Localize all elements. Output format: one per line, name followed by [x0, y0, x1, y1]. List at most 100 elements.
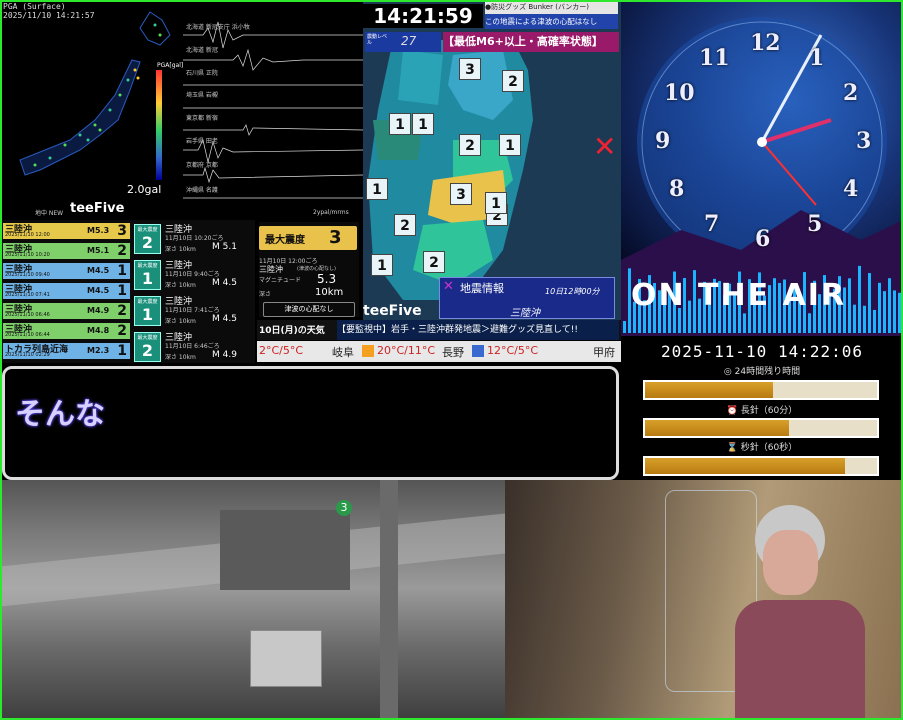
- intensity-marker: 2: [502, 70, 524, 92]
- timer-bar: [643, 418, 879, 438]
- station-label: 東京都 新宿: [186, 115, 218, 122]
- depth-value: 10km: [315, 287, 344, 298]
- person-face: [763, 530, 818, 595]
- map-label: 地中 NEW: [35, 210, 64, 217]
- intensity-marker: 1: [499, 134, 521, 156]
- badge-value: 2: [141, 233, 154, 252]
- eq-intensity: 1: [117, 283, 127, 299]
- eq-magnitude: M4.8: [87, 326, 110, 335]
- visualizer-bar: [808, 313, 811, 333]
- max-intensity-value: 3: [329, 227, 342, 248]
- eq-card: 最大震度 1 三陸沖 11月10日 7:41ごろ 深さ 10km M 4.5: [134, 294, 254, 328]
- timer-fill: [645, 382, 773, 398]
- alert-banner: 【最低M6+以上・高確率状態】: [443, 32, 619, 52]
- intensity-marker: 1: [485, 192, 507, 214]
- max-intensity-box: 最大震度 3 11月10日 12:00ごろ 三陸沖 (津波の心配なし) マグニチ…: [259, 222, 359, 317]
- ticker-sub: この地震による津波の心配はなし: [485, 14, 618, 29]
- visualizer-bar: [858, 265, 861, 333]
- eq-magnitude: M4.5: [87, 266, 110, 275]
- news-text: 【要監視中】岩手・三陸沖群発地震＞避難グッズ見直して!!: [337, 320, 619, 340]
- seismic-map-panel: PGA (Surface) 2025/11/10 14:21:57 PGA[ga…: [0, 0, 183, 220]
- clock-number: 1: [809, 45, 825, 71]
- intensity-marker: 2: [423, 251, 445, 273]
- visualizer-bar: [863, 305, 866, 333]
- gal-value: 2.0gal: [127, 183, 162, 196]
- card-time: 11月10日 10:20ごろ: [165, 235, 224, 242]
- clock-number: 7: [704, 211, 720, 237]
- timer-bar: [643, 456, 879, 476]
- eq-list-row: 三陸沖 2025/11/10 06:46 M4.9 2: [3, 303, 130, 319]
- eq-list-row: トカラ列島近海 2025/11/10 02:29 M2.3 1: [3, 343, 130, 359]
- sun-icon: [362, 345, 374, 357]
- waveform-unit: 2ypal/mrms: [313, 209, 349, 216]
- eq-card: 最大震度 1 三陸沖 11月10日 9:40ごろ 深さ 10km M 4.5: [134, 258, 254, 292]
- clock-number: 12: [750, 30, 781, 56]
- eq-intensity: 2: [117, 303, 127, 319]
- weather-day-label: 10日(月)の天気: [259, 326, 325, 336]
- weather-temp: 20°C/11°C: [377, 344, 436, 357]
- weather-temp: 2°C/5°C: [259, 344, 304, 357]
- waveform-panel: 北海道 新冠支庁 浜小牧 北海道 新冠 石川県 正院 埼玉県 岩槻 東京都 新宿…: [183, 0, 363, 220]
- intensity-map-panel: 14:21:59 ●防災グッズ Bunker (バンカー) この地震による津波の…: [363, 0, 621, 340]
- card-depth: 深さ 10km: [165, 246, 196, 253]
- weather-strip: 2°C/5°C 岐阜 20°C/11°C 長野 12°C/5°C 甲府: [257, 341, 621, 362]
- timer-fill: [645, 458, 845, 474]
- eq-intensity: 2: [117, 243, 127, 259]
- timer-bar: [643, 380, 879, 400]
- max-sub: (津波の心配なし): [297, 266, 336, 272]
- subtitle-box: そんな: [2, 366, 619, 480]
- visualizer-bar: [888, 278, 891, 333]
- clock-number: 9: [655, 128, 671, 154]
- station-dots: [33, 23, 162, 167]
- eq-list-row: 三陸沖 2025/11/10 10:20 M5.1 2: [3, 243, 130, 259]
- street-camera-feed: 3: [0, 480, 505, 720]
- visualizer-bar: [848, 278, 851, 333]
- eq-magnitude: M5.1: [87, 246, 110, 255]
- seismic-logo: teeFive: [70, 201, 125, 216]
- visualizer-bar: [853, 304, 856, 333]
- intensity-marker: 1: [389, 113, 411, 135]
- station-label: 埼玉県 岩槻: [186, 92, 218, 99]
- center-clock: 14:21:59: [363, 4, 483, 28]
- card-time: 11月10日 7:41ごろ: [165, 307, 220, 314]
- visualizer-bar: [743, 313, 746, 333]
- timer-label: ⌛ 秒針（60秒）: [726, 443, 798, 453]
- station-label: 沖縄県 名護: [186, 187, 218, 194]
- eq-list-row: 三陸沖 2025/11/10 09:40 M4.5 1: [3, 263, 130, 279]
- eq-card: 最大震度 2 三陸沖 11月10日 6:46ごろ 深さ 10km M 4.9: [134, 330, 254, 364]
- timer-label: ⏰ 長針（60分）: [726, 406, 798, 416]
- eq-date: 2025/11/10 06:46: [5, 312, 50, 318]
- visualizer-bar: [883, 291, 886, 333]
- intensity-marker: 1: [366, 178, 388, 200]
- clock-number: 3: [856, 128, 872, 154]
- intensity-badge: 最大震度 2: [134, 332, 161, 362]
- intensity-badge: 最大震度 1: [134, 260, 161, 290]
- badge-label: 最大震度: [137, 227, 158, 233]
- timer-label: ◎ 24時間残り時間: [723, 367, 801, 377]
- card-magnitude: M 5.1: [212, 242, 237, 252]
- on-air-label: ON THE AIR: [631, 278, 847, 313]
- clock-number: 5: [807, 211, 823, 237]
- center-logo: teeFive: [363, 303, 422, 319]
- weather-city: 長野: [442, 346, 464, 359]
- intensity-marker: 3: [450, 183, 472, 205]
- timer-fill: [645, 420, 789, 436]
- weather-city: 甲府: [593, 346, 615, 359]
- close-icon[interactable]: ✕: [593, 130, 616, 163]
- earthquake-history-panel: 三陸沖 2025/11/10 12:00 M5.3 3 三陸沖 2025/11/10 10…: [0, 220, 255, 363]
- card-depth: 深さ 10km: [165, 354, 196, 361]
- epicenter-icon: ✕: [443, 279, 454, 294]
- eq-intensity: 3: [117, 223, 127, 239]
- station-label: 石川県 正院: [186, 70, 218, 77]
- eq-date: 2025/11/10 09:40: [5, 272, 50, 278]
- intensity-marker: 1: [371, 254, 393, 276]
- parked-car: [250, 630, 322, 687]
- card-time: 11月10日 6:46ごろ: [165, 343, 220, 350]
- eq-magnitude: M4.5: [87, 286, 110, 295]
- building: [220, 510, 350, 590]
- intensity-marker: 2: [459, 134, 481, 156]
- eq-date: 2025/11/10 06:44: [5, 332, 50, 338]
- badge-label: 最大震度: [137, 335, 158, 341]
- camera-marker: 3: [336, 500, 352, 516]
- station-label: 岩手県 田老: [186, 138, 218, 145]
